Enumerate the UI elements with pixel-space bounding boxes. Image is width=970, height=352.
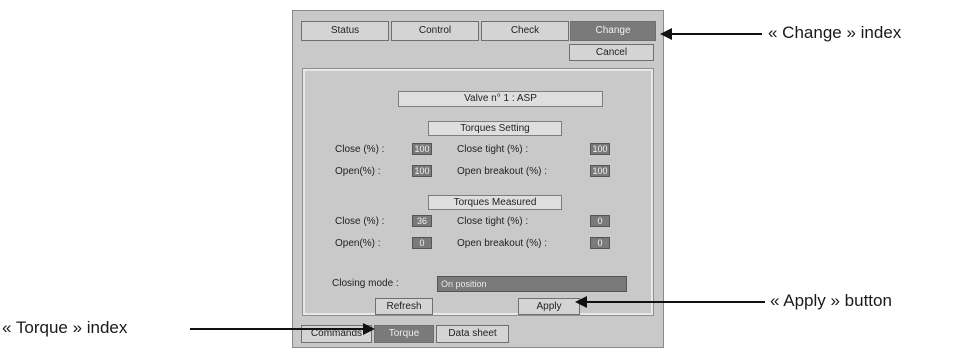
tab-status[interactable]: Status	[301, 21, 389, 41]
setting-close-tight-label: Close tight (%) :	[457, 144, 529, 155]
valve-title: Valve n° 1 : ASP	[398, 91, 603, 107]
torque-arrow-head	[363, 323, 375, 335]
edge-mark	[292, 15, 293, 23]
measured-open-label: Open(%) :	[335, 238, 381, 249]
setting-open-breakout-label: Open breakout (%) :	[457, 166, 548, 177]
setting-close-value: 100	[412, 143, 432, 155]
apply-arrow-line	[585, 301, 765, 303]
torque-panel: Valve n° 1 : ASP Torques Setting Close (…	[302, 68, 654, 316]
measured-close-label: Close (%) :	[335, 216, 385, 227]
refresh-button[interactable]: Refresh	[375, 298, 433, 315]
measured-close-tight-value: 0	[590, 215, 610, 227]
torque-arrow-line	[190, 328, 365, 330]
closing-mode-field[interactable]: On position	[437, 276, 627, 292]
setting-open-value: 100	[412, 165, 432, 177]
setting-close-tight-value: 100	[590, 143, 610, 155]
change-arrow-line	[670, 33, 762, 35]
valve-window: Status Control Check Change Cancel Valve…	[292, 10, 664, 348]
tab-torque[interactable]: Torque	[374, 325, 434, 343]
measured-close-value: 36	[412, 215, 432, 227]
torques-measured-title: Torques Measured	[428, 195, 562, 210]
closing-mode-label: Closing mode :	[332, 278, 399, 289]
tab-data-sheet[interactable]: Data sheet	[436, 325, 509, 343]
change-index-annotation: « Change » index	[768, 23, 902, 42]
tab-control[interactable]: Control	[391, 21, 479, 41]
setting-open-breakout-value: 100	[590, 165, 610, 177]
torque-index-annotation: « Torque » index	[2, 318, 128, 337]
apply-button-annotation: « Apply » button	[770, 291, 892, 310]
setting-open-label: Open(%) :	[335, 166, 381, 177]
tab-check[interactable]: Check	[481, 21, 569, 41]
cancel-button[interactable]: Cancel	[569, 44, 654, 61]
measured-open-breakout-value: 0	[590, 237, 610, 249]
measured-open-breakout-label: Open breakout (%) :	[457, 238, 548, 249]
measured-open-value: 0	[412, 237, 432, 249]
torques-setting-title: Torques Setting	[428, 121, 562, 136]
tab-change[interactable]: Change	[570, 21, 656, 41]
apply-button[interactable]: Apply	[518, 298, 580, 315]
measured-close-tight-label: Close tight (%) :	[457, 216, 529, 227]
setting-close-label: Close (%) :	[335, 144, 385, 155]
